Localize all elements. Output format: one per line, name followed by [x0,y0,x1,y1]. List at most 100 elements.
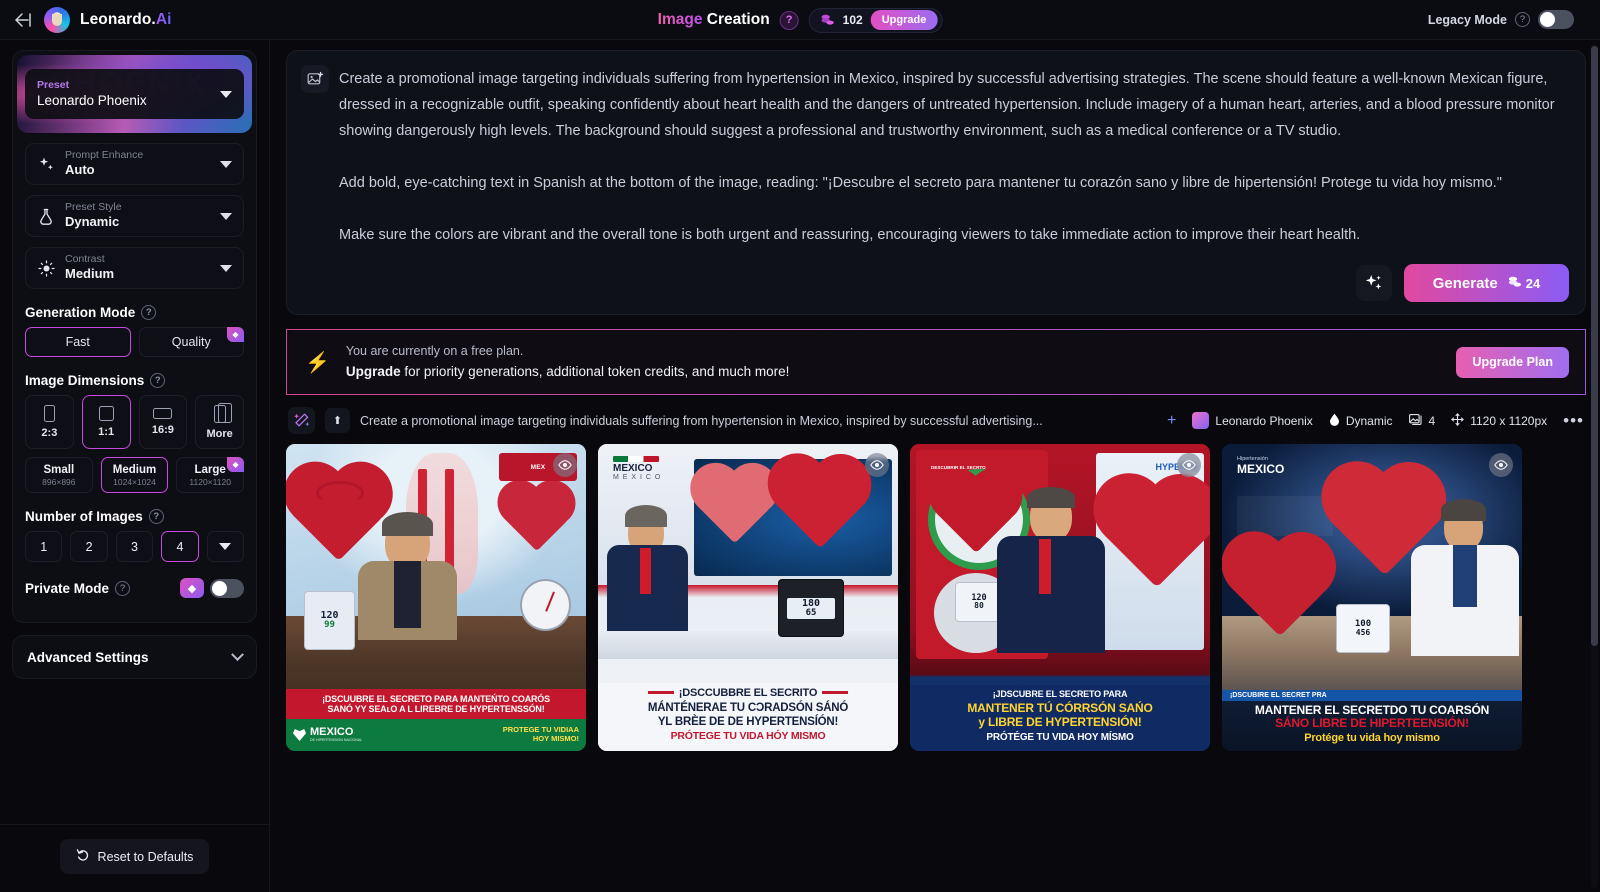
pin-icon[interactable]: ⬆ [325,408,350,433]
prompt-enhance-text: Prompt Enhance Auto [65,149,210,180]
generation-mode-quality[interactable]: Quality ◆ [138,327,244,357]
result-image-2[interactable]: MEXICO M E X I C O 180 65 ¡DSCCUBBRE EL … [598,444,898,751]
image-size-small-name: Small [43,463,75,476]
reset-to-defaults-button[interactable]: Reset to Defaults [59,839,210,874]
aspect-ratio-16-9[interactable]: 16:9 [138,395,188,449]
chevron-down-icon[interactable] [220,212,232,220]
prompt-input[interactable]: Create a promotional image targeting ind… [339,65,1569,248]
result-3-caption-line2: MANTENER TÚ CÓRRSÓN SAŃO [967,700,1153,715]
image-dimensions-help-icon[interactable]: ? [150,373,166,388]
upgrade-plan-button[interactable]: Upgrade Plan [1456,346,1569,378]
image-size-medium-name: Medium [112,463,157,476]
eye-icon[interactable] [1489,453,1513,477]
upgrade-button[interactable]: Upgrade [870,10,938,30]
number-of-images-help-icon[interactable]: ? [148,509,164,524]
result-2-logo-sub: M E X I C O [613,474,662,482]
model-thumbnail-icon [1192,412,1210,429]
image-size-small[interactable]: Small 896×896 [25,457,93,493]
landscape-rect-icon [153,408,173,419]
free-plan-banner: ⚡ You are currently on a free plan. Upgr… [286,329,1586,395]
preset-style-selector[interactable]: Preset Style Dynamic [25,195,244,237]
generation-mode-help-icon[interactable]: ? [141,305,157,320]
brand-name[interactable]: Leonardo.Ai [80,11,172,29]
legacy-mode-label: Legacy Mode [1427,12,1507,27]
aspect-ratio-1-1[interactable]: 1:1 [81,395,131,449]
result-image-3[interactable]: HYPERTE DESCUBRIR EL SECRTO 120 80 [910,444,1210,751]
advanced-settings-label: Advanced Settings [27,649,149,665]
result-image-4[interactable]: Hipertensión MEXICO 100 456 ¡DSCUBIRE EL… [1222,444,1522,751]
result-image-1[interactable]: 120 99 MEX ¡DSCUUBRE EL SECRETO PARA MAN… [286,444,586,751]
num-images-2[interactable]: 2 [70,531,108,562]
coin-icon [1508,276,1522,291]
legacy-help-icon[interactable]: ? [1515,12,1530,27]
main-content: Create a promotional image targeting ind… [270,40,1600,892]
chevron-down-icon[interactable] [220,264,232,272]
eye-icon[interactable] [1177,453,1201,477]
prompt-card: Create a promotional image targeting ind… [286,50,1586,315]
back-arrow-icon[interactable] [12,9,34,31]
generation-model[interactable]: Leonardo Phoenix [1192,412,1313,429]
page-help-icon[interactable]: ? [779,10,799,30]
magic-wand-icon[interactable] [288,407,315,434]
free-plan-line2-bold: Upgrade [345,364,401,380]
private-mode-help-icon[interactable]: ? [115,580,131,596]
preset-hero-banner: PHOENIX Preset Leonardo Phoenix [17,55,252,133]
result-1-caption-line1: ¡DSCUUBRE EL SECRETO PARA MANTEŃTO COARÓ… [322,693,550,704]
sparkles-icon[interactable] [1356,265,1392,301]
num-images-4[interactable]: 4 [161,531,199,562]
chevron-down-icon[interactable] [231,647,244,661]
page-title: Image Creation [658,11,770,29]
result-4-logo-main: MEXICO [1237,461,1285,476]
legacy-mode-toggle[interactable] [1538,10,1574,29]
image-size-medium[interactable]: Medium 1024×1024 [100,457,169,493]
result-2-logo-top: MEXICO [613,463,653,475]
generation-mode-fast[interactable]: Fast [25,327,131,357]
aspect-ratio-more[interactable]: More [195,395,244,449]
image-size-large[interactable]: Large 1120×1120 ◆ [176,457,245,493]
aspect-ratio-2-3-label: 2:3 [41,427,58,439]
preset-value: Leonardo Phoenix [37,92,147,108]
prompt-actions: Generate 24 [301,264,1569,302]
chevron-down-icon[interactable] [220,160,232,168]
aspect-ratio-2-3[interactable]: 2:3 [25,395,74,449]
result-4-caption: ¡DSCUBIRE EL SECRET PRA MANTENER EL SECR… [1222,689,1522,751]
bp-diastolic: 65 [805,607,817,618]
eye-icon[interactable] [865,453,889,477]
image-plus-icon[interactable] [301,65,329,93]
generation-prompt-preview[interactable]: Create a promotional image targeting ind… [360,414,1043,428]
num-images-1[interactable]: 1 [25,531,63,562]
more-dots-icon[interactable]: ••• [1563,411,1584,431]
eye-icon[interactable] [553,453,577,477]
result-1-footer-brand: MEXICO [310,726,354,739]
advanced-settings-panel[interactable]: Advanced Settings [12,635,257,679]
generate-button[interactable]: Generate 24 [1404,264,1569,302]
gem-icon: ◆ [227,457,245,472]
header-right: Legacy Mode ? [1428,10,1600,29]
gem-icon: ◆ [227,327,244,342]
free-plan-text: You are currently on a free plan. Upgrad… [346,341,789,383]
preset-selector[interactable]: Preset Leonardo Phoenix [25,69,244,119]
generate-button-label: Generate [1432,274,1498,292]
undo-icon [76,848,90,865]
page-scrollbar-thumb[interactable] [1591,46,1598,646]
contrast-selector[interactable]: Contrast Medium [25,247,244,289]
result-3-ring-label: DESCUBRIR EL SECRTO [931,465,986,471]
generation-mode-quality-label: Quality [171,335,211,349]
result-4-caption-line3: Protége tu vida hoy mismo [1304,732,1440,745]
portrait-rect-icon [43,405,55,422]
contrast-value: Medium [65,266,115,282]
num-images-3[interactable]: 3 [115,531,154,562]
result-1-footer-cta2: HOY MISMO! [532,734,579,743]
plus-icon[interactable]: + [1167,412,1176,430]
num-images-more[interactable] [206,531,245,562]
private-mode-toggle[interactable] [210,578,244,598]
image-size-medium-px: 1024×1024 [113,476,156,487]
contrast-label: Contrast [65,252,105,265]
aspect-ratio-options: 2:3 1:1 16:9 More [25,395,244,449]
caret-down-icon[interactable] [220,90,232,98]
free-plan-line2: Upgrade for priority generations, additi… [346,361,789,383]
prompt-enhance-selector[interactable]: Prompt Enhance Auto [25,143,244,185]
generation-toolbar: ⬆ Create a promotional image targeting i… [286,407,1586,434]
resize-icon [1451,412,1464,429]
prompt-enhance-value: Auto [65,162,95,178]
